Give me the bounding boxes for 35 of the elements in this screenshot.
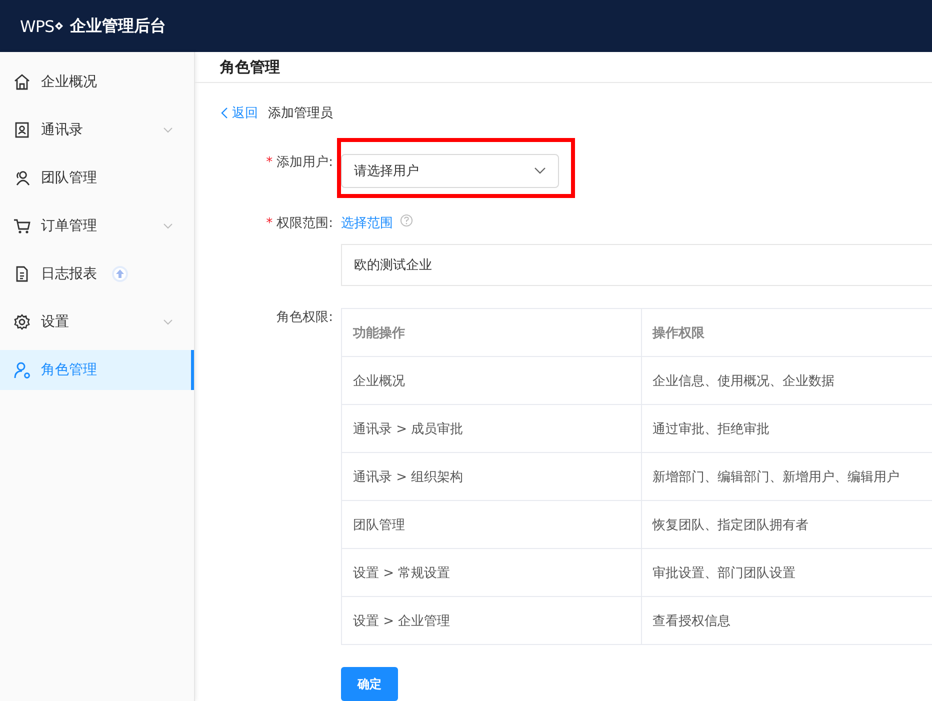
chevron-down-icon [163, 125, 173, 135]
app-title: 企业管理后台 [70, 16, 166, 36]
user-select[interactable]: 请选择用户 [341, 154, 559, 188]
field-label: * 添加用户: [265, 154, 334, 171]
table-cell: 通讯录 > 组织架构 [342, 452, 641, 500]
chevron-down-icon [163, 317, 173, 327]
page-title: 角色管理 [220, 58, 280, 76]
sidebar-item[interactable]: 订单管理 [0, 206, 194, 246]
scope-value: 欧的测试企业 [341, 244, 932, 286]
caret-icon [534, 167, 546, 175]
field-label: * 权限范围: [265, 215, 334, 232]
chevron-down-icon [163, 221, 173, 231]
sidebar-item[interactable]: 企业概况 [0, 62, 194, 102]
home-icon [13, 73, 31, 91]
chevron-left-icon [221, 107, 229, 119]
table-cell: 设置 > 常规设置 [342, 548, 641, 596]
sidebar-item[interactable]: 设置 [0, 302, 194, 342]
sidebar-item[interactable]: 团队管理 [0, 158, 194, 198]
column-header: 操作权限 [641, 308, 932, 356]
table-cell: 设置 > 企业管理 [342, 596, 641, 644]
table-cell: 团队管理 [342, 500, 641, 548]
cart-icon [13, 217, 31, 235]
breadcrumb-current: 添加管理员 [268, 105, 333, 122]
table-cell: 通讯录 > 成员审批 [342, 404, 641, 452]
field-label: 角色权限: [276, 309, 334, 326]
logo: WPS [20, 16, 64, 36]
user-icon [13, 361, 31, 379]
column-header: 功能操作 [342, 308, 641, 356]
settings-icon [13, 313, 31, 331]
upload-icon [111, 265, 129, 283]
contact-card-icon [13, 121, 31, 139]
sidebar-item[interactable]: 日志报表 [0, 254, 194, 294]
sidebar-item[interactable]: 通讯录 [0, 110, 194, 150]
table-cell: 企业概况 [342, 356, 641, 404]
help-icon [400, 214, 413, 227]
